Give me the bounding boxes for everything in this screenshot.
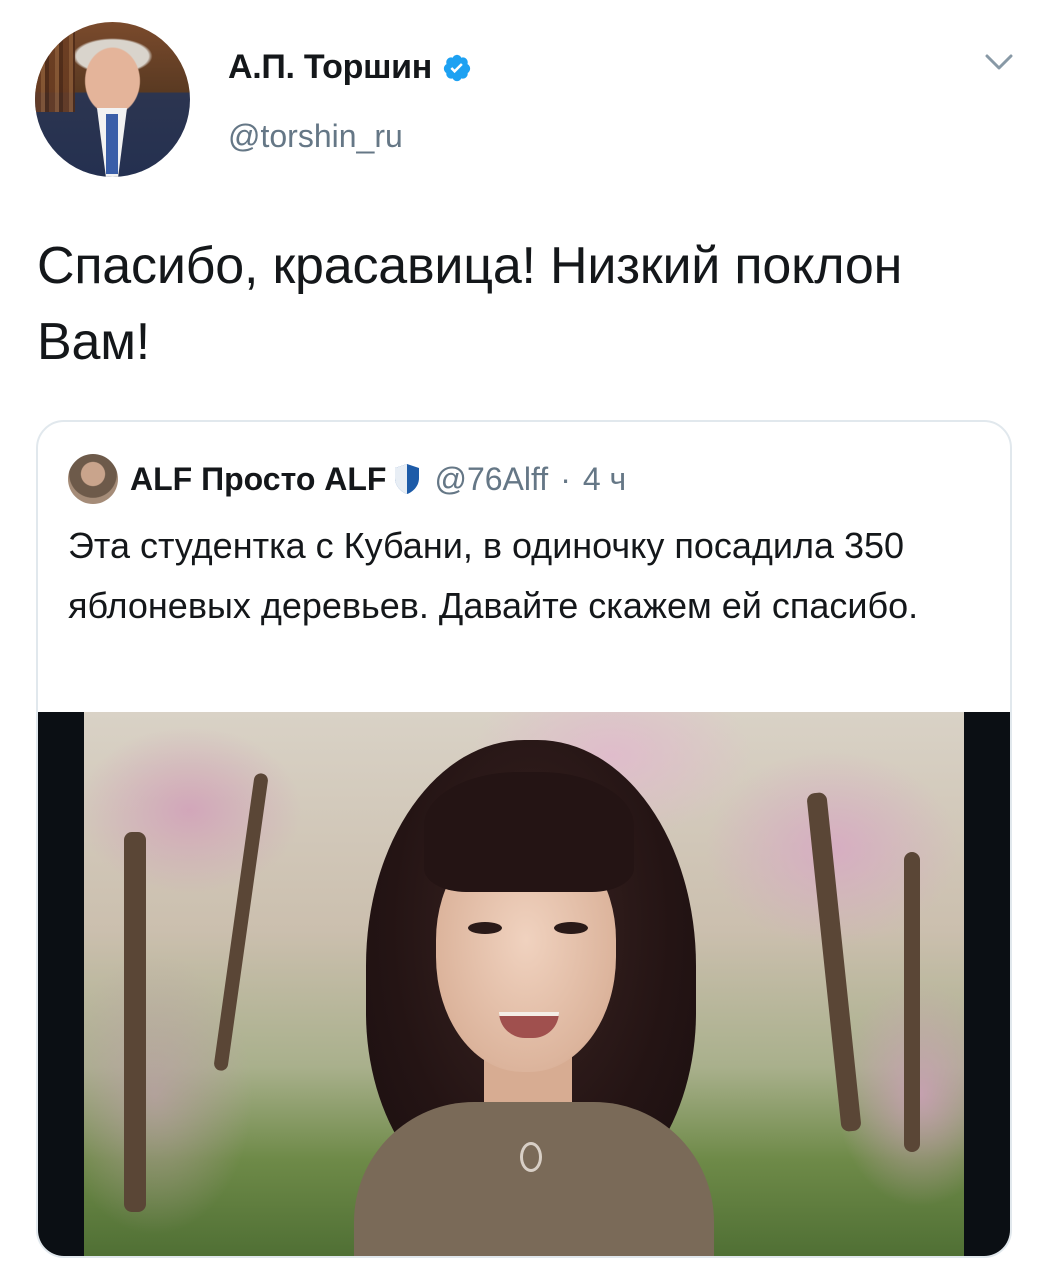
chevron-down-icon[interactable] bbox=[985, 52, 1013, 72]
user-avatar[interactable] bbox=[35, 22, 190, 177]
quoted-author-name[interactable]: ALF Просто ALF bbox=[130, 461, 386, 498]
person-eye bbox=[468, 922, 502, 934]
tree-trunk bbox=[213, 772, 269, 1072]
tweet-text: Спасибо, красавица! Низкий поклон Вам! bbox=[37, 237, 903, 371]
pendant bbox=[520, 1142, 542, 1172]
meta-separator: · bbox=[560, 460, 571, 497]
quoted-author-handle[interactable]: @76Alff bbox=[434, 461, 548, 498]
author-name-text[interactable]: А.П. Торшин bbox=[228, 48, 432, 87]
verified-badge-icon bbox=[443, 54, 471, 81]
bookshelf-background bbox=[35, 22, 75, 112]
author-name[interactable]: А.П. Торшин bbox=[228, 48, 472, 87]
quoted-tweet-header: ALF Просто ALF @76Alff · 4 ч bbox=[68, 454, 626, 504]
author-handle[interactable]: @torshin_ru bbox=[228, 118, 403, 155]
shield-icon bbox=[395, 464, 420, 494]
photo-scene bbox=[84, 712, 964, 1256]
quoted-timestamp[interactable]: 4 ч bbox=[583, 461, 626, 498]
tree-trunk bbox=[124, 832, 146, 1212]
tweet-photo[interactable] bbox=[38, 712, 1010, 1256]
tree-trunk bbox=[806, 791, 862, 1133]
quoted-user-avatar[interactable] bbox=[68, 454, 118, 504]
quoted-tweet[interactable]: ALF Просто ALF @76Alff · 4 ч Эта студент… bbox=[36, 420, 1012, 1258]
person-bangs bbox=[424, 772, 634, 892]
quoted-tweet-text: Эта студентка с Кубани, в одиночку посад… bbox=[68, 525, 919, 626]
avatar-tie bbox=[106, 114, 118, 174]
person-eye bbox=[554, 922, 588, 934]
person-shirt bbox=[354, 1102, 714, 1256]
tree-trunk bbox=[904, 852, 920, 1152]
